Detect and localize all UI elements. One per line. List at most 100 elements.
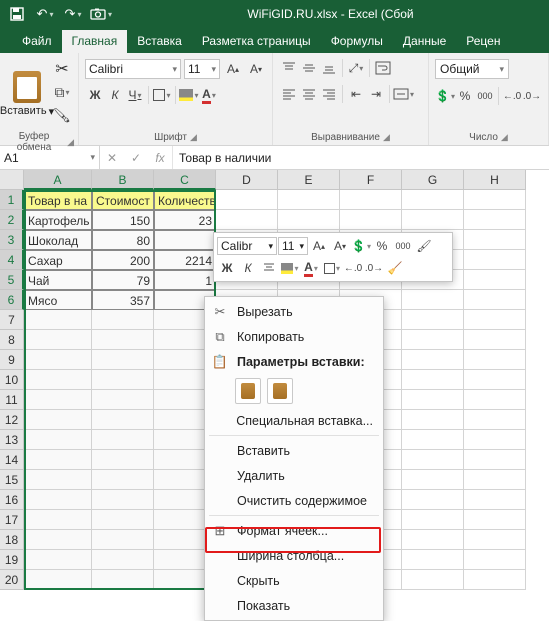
cell[interactable] [278, 210, 340, 230]
ctx-format-cells[interactable]: ⊞Формат ячеек... [205, 518, 383, 543]
cell[interactable] [402, 490, 464, 510]
cell[interactable] [24, 490, 92, 510]
cell[interactable] [92, 470, 154, 490]
cell[interactable] [402, 570, 464, 590]
row-header-11[interactable]: 11 [0, 390, 24, 410]
cell-A2[interactable]: Картофель [24, 210, 92, 230]
currency-button[interactable]: 💲▾ [435, 86, 455, 106]
cell[interactable] [216, 210, 278, 230]
cell[interactable] [92, 490, 154, 510]
cell[interactable] [402, 390, 464, 410]
paste-option-default[interactable] [235, 378, 261, 404]
cell[interactable] [24, 530, 92, 550]
percent-button[interactable]: % [455, 86, 475, 106]
save-button[interactable] [6, 3, 28, 25]
row-header-3[interactable]: 3 [0, 230, 24, 250]
cell[interactable] [464, 330, 526, 350]
row-header-12[interactable]: 12 [0, 410, 24, 430]
mini-comma[interactable]: 000 [393, 236, 413, 256]
ctx-hide[interactable]: Скрыть [205, 568, 383, 593]
col-header-A[interactable]: A [24, 170, 92, 190]
cell[interactable] [402, 430, 464, 450]
increase-font-button[interactable]: A▴ [223, 59, 243, 79]
col-header-F[interactable]: F [340, 170, 402, 190]
row-header-10[interactable]: 10 [0, 370, 24, 390]
row-header-18[interactable]: 18 [0, 530, 24, 550]
cell[interactable] [464, 210, 526, 230]
fx-button[interactable]: fx [148, 148, 172, 168]
cell[interactable] [464, 390, 526, 410]
cell-C1[interactable]: Количество [154, 190, 216, 210]
cell[interactable] [24, 310, 92, 330]
mini-format-painter[interactable]: 🖌 [414, 236, 434, 256]
number-launcher-icon[interactable]: ◢ [501, 132, 508, 143]
cell-B6[interactable]: 357 [92, 290, 154, 310]
row-header-1[interactable]: 1 [0, 190, 24, 210]
merge-center-button[interactable]: ▾ [393, 84, 414, 104]
cell[interactable] [92, 570, 154, 590]
cell[interactable] [92, 530, 154, 550]
row-header-15[interactable]: 15 [0, 470, 24, 490]
mini-italic[interactable]: К [238, 258, 258, 278]
cell[interactable] [464, 530, 526, 550]
font-launcher-icon[interactable]: ◢ [190, 132, 197, 143]
copy-button[interactable]: ⧉▾ [52, 82, 72, 102]
row-header-19[interactable]: 19 [0, 550, 24, 570]
cell[interactable] [92, 410, 154, 430]
cell[interactable] [278, 190, 340, 210]
cell[interactable] [402, 370, 464, 390]
align-center-button[interactable] [299, 84, 319, 104]
cell[interactable] [402, 290, 464, 310]
wrap-text-button[interactable] [373, 58, 393, 78]
mini-size-combo[interactable]: 11▾ [278, 237, 308, 255]
cell[interactable] [402, 510, 464, 530]
mini-decrease-decimal[interactable]: .0→ [364, 258, 384, 278]
row-header-16[interactable]: 16 [0, 490, 24, 510]
mini-clear-format[interactable]: 🧹 [385, 258, 405, 278]
decrease-font-button[interactable]: A▾ [246, 59, 266, 79]
cell-B1[interactable]: Стоимост [92, 190, 154, 210]
mini-borders[interactable]: ▾ [322, 258, 342, 278]
cell[interactable] [464, 450, 526, 470]
orientation-button[interactable]: ⤢▾ [346, 58, 366, 78]
cell[interactable] [464, 550, 526, 570]
cell[interactable] [464, 430, 526, 450]
select-all-corner[interactable] [0, 170, 24, 190]
font-size-combo[interactable]: 11▾ [184, 59, 220, 79]
cell-C5[interactable]: 1 [154, 270, 216, 290]
tab-data[interactable]: Данные [393, 30, 456, 53]
cell[interactable] [402, 210, 464, 230]
mini-decrease-font[interactable]: A▾ [330, 236, 350, 256]
mini-align-center[interactable] [259, 258, 279, 278]
increase-decimal-button[interactable]: ←.0 [502, 86, 522, 106]
comma-button[interactable]: 000 [475, 86, 495, 106]
cell[interactable] [464, 370, 526, 390]
cell[interactable] [24, 330, 92, 350]
cell[interactable] [92, 330, 154, 350]
ctx-cut[interactable]: ✂Вырезать [205, 299, 383, 324]
ctx-paste-special[interactable]: Специальная вставка... [205, 408, 383, 433]
cell[interactable] [92, 370, 154, 390]
tab-home[interactable]: Главная [62, 30, 128, 53]
mini-font-color[interactable]: A▾ [301, 258, 321, 278]
cell[interactable] [216, 190, 278, 210]
row-header-8[interactable]: 8 [0, 330, 24, 350]
tab-review[interactable]: Рецен [456, 30, 510, 53]
mini-fill-color[interactable]: ▾ [280, 258, 300, 278]
col-header-G[interactable]: G [402, 170, 464, 190]
italic-button[interactable]: К [105, 85, 125, 105]
underline-button[interactable]: Ч▾ [125, 85, 145, 105]
mini-bold[interactable]: Ж [217, 258, 237, 278]
fill-color-button[interactable]: ▾ [179, 85, 199, 105]
cell[interactable] [464, 310, 526, 330]
col-header-B[interactable]: B [92, 170, 154, 190]
row-header-14[interactable]: 14 [0, 450, 24, 470]
cell[interactable] [24, 410, 92, 430]
ctx-copy[interactable]: ⧉Копировать [205, 324, 383, 349]
col-header-E[interactable]: E [278, 170, 340, 190]
cell[interactable] [340, 190, 402, 210]
cell[interactable] [92, 390, 154, 410]
undo-button[interactable]: ↶▾ [34, 3, 56, 25]
align-left-button[interactable] [279, 84, 299, 104]
align-bottom-button[interactable] [319, 58, 339, 78]
